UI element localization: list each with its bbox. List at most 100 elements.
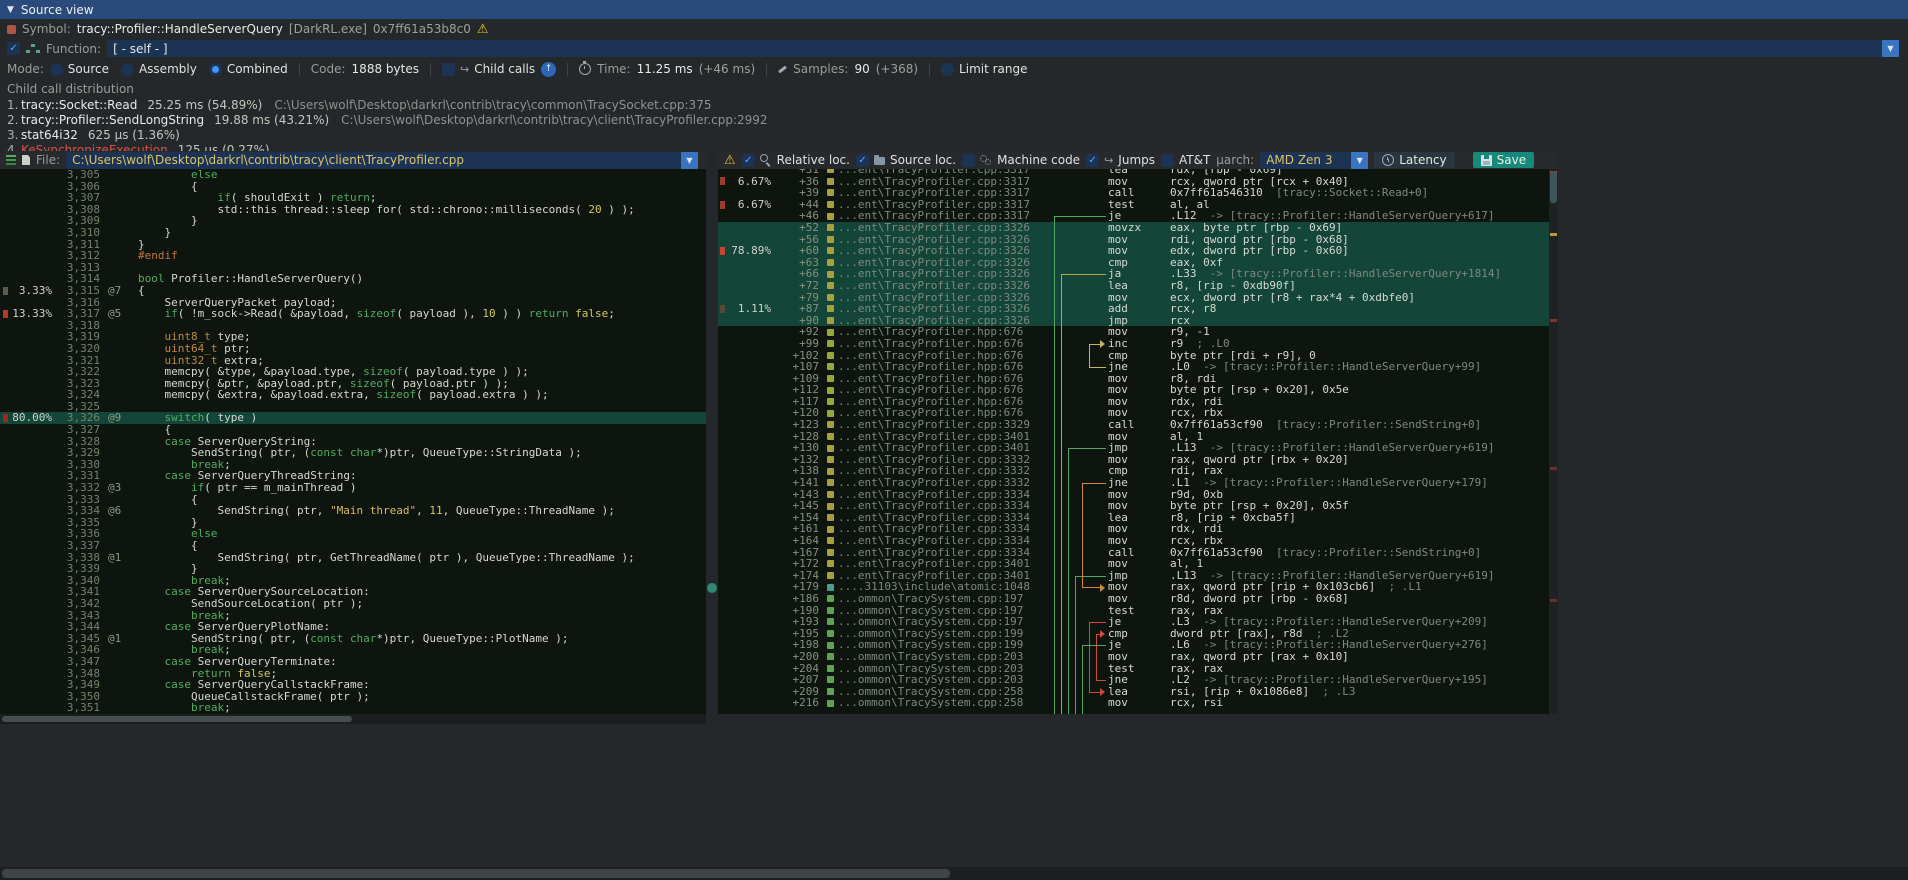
latency-button[interactable]: Latency [1374,152,1454,168]
asm-line[interactable]: +207...ommon\TracySystem.cpp:203jne.L2 -… [718,674,1558,686]
att-checkbox[interactable] [1161,154,1174,167]
file-combo[interactable]: C:\Users\wolf\Desktop\darkrl\contrib\tra… [66,152,698,169]
asm-v-scrollbar-thumb[interactable] [1550,171,1557,203]
function-checkbox[interactable]: ✓ [7,42,20,55]
titlebar[interactable]: ▼ Source view [0,0,1908,19]
source-line[interactable]: 3,346 break; [0,644,706,656]
source-line[interactable]: 3,306 { [0,181,706,193]
asm-v-scrollbar[interactable] [1549,169,1558,714]
splitter-handle[interactable] [707,583,717,593]
asm-line[interactable]: +145...ent\TracyProfiler.cpp:3334movbyte… [718,500,1558,512]
source-loc-toggle[interactable]: ✓ Source loc. [856,153,956,167]
source-h-scrollbar-thumb[interactable] [2,716,352,722]
uarch-combo[interactable]: AMD Zen 3 ▼ [1260,152,1368,169]
asm-line[interactable]: +164...ent\TracyProfiler.cpp:3334movrcx,… [718,535,1558,547]
asm-line[interactable]: +112...ent\TracyProfiler.hpp:676movbyte … [718,384,1558,396]
source-line[interactable]: 3,314bool Profiler::HandleServerQuery() [0,273,706,285]
asm-line[interactable]: +193...ommon\TracySystem.cpp:197je.L3 ->… [718,616,1558,628]
source-line[interactable]: 3,341 case ServerQuerySourceLocation: [0,586,706,598]
source-line[interactable]: 3,338@1 SendString( ptr, GetThreadName( … [0,552,706,564]
asm-line[interactable]: +161...ent\TracyProfiler.cpp:3334movrdx,… [718,523,1558,535]
relative-loc-toggle[interactable]: ✓ Relative loc. [742,153,850,167]
source-line[interactable]: 3,331 case ServerQueryThreadString: [0,470,706,482]
source-line[interactable]: 3,345@1 SendString( ptr, (const char*)pt… [0,633,706,645]
source-line[interactable]: 3,307 if( shouldExit ) return; [0,192,706,204]
asm-line[interactable]: +79...ent\TracyProfiler.cpp:3326movecx, … [718,292,1558,304]
source-line[interactable]: 3,350 QueueCallstackFrame( ptr ); [0,691,706,703]
jumps-checkbox[interactable]: ✓ [1086,154,1099,167]
source-code-view[interactable]: 3,305 else3,306 {3,307 if( shouldExit ) … [0,169,706,714]
asm-line[interactable]: +167...ent\TracyProfiler.cpp:3334call0x7… [718,547,1558,559]
limit-range-checkbox[interactable] [941,63,954,76]
source-line[interactable]: 3,336 else [0,528,706,540]
source-line[interactable]: 3,324 memcpy( &extra, &payload.extra, si… [0,389,706,401]
source-line[interactable]: 3,310 } [0,227,706,239]
child-call-row[interactable]: 1.tracy::Socket::Read25.25 ms (54.89%)C:… [7,97,1901,112]
source-line[interactable]: 3,309 } [0,215,706,227]
source-line[interactable]: 3,325 [0,401,706,413]
source-line[interactable]: 3,328 case ServerQueryString: [0,436,706,448]
source-line[interactable]: 3,335 } [0,517,706,529]
asm-line[interactable]: +117...ent\TracyProfiler.hpp:676movrdx, … [718,396,1558,408]
source-loc-checkbox[interactable]: ✓ [856,154,869,167]
source-line[interactable]: 3,351 break; [0,702,706,714]
source-line[interactable]: 3,344 case ServerQueryPlotName: [0,621,706,633]
asm-line[interactable]: +132...ent\TracyProfiler.cpp:3332movrax,… [718,454,1558,466]
asm-line[interactable]: +107...ent\TracyProfiler.hpp:676jne.L0 -… [718,361,1558,373]
child-calls-checkbox[interactable] [442,63,455,76]
save-button[interactable]: Save [1473,152,1534,168]
source-line[interactable]: 3,322 memcpy( &type, &payload.type, size… [0,366,706,378]
mode-radio-assembly[interactable]: Assembly [121,62,197,76]
source-line[interactable]: 3.33%3,315@7{ [0,285,706,297]
asm-line[interactable]: +174...ent\TracyProfiler.cpp:3401jmp.L13… [718,570,1558,582]
source-line[interactable]: 3,316 ServerQueryPacket payload; [0,297,706,309]
asm-line[interactable]: +52...ent\TracyProfiler.cpp:3326movzxeax… [718,222,1558,234]
asm-line[interactable]: +143...ent\TracyProfiler.cpp:3334movr9d,… [718,489,1558,501]
source-line[interactable]: 3,340 break; [0,575,706,587]
chevron-down-icon[interactable]: ▼ [1351,152,1368,169]
asm-line[interactable]: +56...ent\TracyProfiler.cpp:3326movrdi, … [718,234,1558,246]
machine-code-checkbox[interactable] [962,154,975,167]
asm-line[interactable]: +31...ent\TracyProfiler.cpp:3317leardx, … [718,169,1558,176]
source-line[interactable]: 3,334@6 SendString( ptr, "Main thread", … [0,505,706,517]
panel-splitter[interactable] [706,151,718,724]
asm-line[interactable]: +92...ent\TracyProfiler.hpp:676movr9, -1 [718,326,1558,338]
asm-line[interactable]: +154...ent\TracyProfiler.cpp:3334lear8, … [718,512,1558,524]
limit-range-toggle[interactable]: Limit range [941,62,1027,76]
source-line[interactable]: 3,333 { [0,494,706,506]
asm-line[interactable]: +141...ent\TracyProfiler.cpp:3332jne.L1 … [718,477,1558,489]
machine-code-toggle[interactable]: Machine code [962,153,1080,167]
function-combo[interactable]: [ - self - ] ▼ [107,40,1899,57]
source-line[interactable]: 3,320 uint64_t ptr; [0,343,706,355]
asm-line[interactable]: +209...ommon\TracySystem.cpp:258learsi, … [718,686,1558,698]
child-call-row[interactable]: 3.stat64i32625 µs (1.36%) [7,127,1901,142]
source-line[interactable]: 3,348 return false; [0,668,706,680]
asm-line[interactable]: +90...ent\TracyProfiler.cpp:3326jmprcx [718,315,1558,327]
asm-line[interactable]: +39...ent\TracyProfiler.cpp:3317call0x7f… [718,187,1558,199]
source-line[interactable]: 3,332@3 if( ptr == m_mainThread ) [0,482,706,494]
asm-line[interactable]: +109...ent\TracyProfiler.hpp:676movr8, r… [718,373,1558,385]
asm-line[interactable]: +179....31103\include\atomic:1048movrax,… [718,581,1558,593]
symbol-warning-icon[interactable]: ⚠ [477,23,489,36]
relative-loc-checkbox[interactable]: ✓ [742,154,755,167]
source-line[interactable]: 3,327 { [0,424,706,436]
chevron-down-icon[interactable]: ▼ [1882,40,1899,57]
att-toggle[interactable]: AT&T [1161,153,1210,167]
asm-line[interactable]: +130...ent\TracyProfiler.cpp:3401jmp.L13… [718,442,1558,454]
source-line[interactable]: 3,343 break; [0,610,706,622]
window-h-scrollbar[interactable] [0,867,1908,880]
asm-line[interactable]: 78.89%+60...ent\TracyProfiler.cpp:3326mo… [718,245,1558,257]
window-h-scrollbar-thumb[interactable] [2,869,950,878]
asm-line[interactable]: 6.67%+36...ent\TracyProfiler.cpp:3317mov… [718,176,1558,188]
source-line[interactable]: 3,323 memcpy( &ptr, &payload.ptr, sizeof… [0,378,706,390]
asm-line[interactable]: +198...ommon\TracySystem.cpp:199je.L6 ->… [718,639,1558,651]
source-line[interactable]: 3,321 uint32_t extra; [0,355,706,367]
mode-radio-combined[interactable]: Combined [209,62,288,76]
child-calls-toggle[interactable]: ↪ Child calls [442,62,535,76]
source-line[interactable]: 3,347 case ServerQueryTerminate: [0,656,706,668]
source-line[interactable]: 3,342 SendSourceLocation( ptr ); [0,598,706,610]
child-call-row[interactable]: 2.tracy::Profiler::SendLongString19.88 m… [7,112,1901,127]
asm-warning-icon[interactable]: ⚠ [724,154,736,167]
asm-line[interactable]: +99...ent\TracyProfiler.hpp:676incr9 ; .… [718,338,1558,350]
asm-line[interactable]: +66...ent\TracyProfiler.cpp:3326ja.L33 -… [718,268,1558,280]
